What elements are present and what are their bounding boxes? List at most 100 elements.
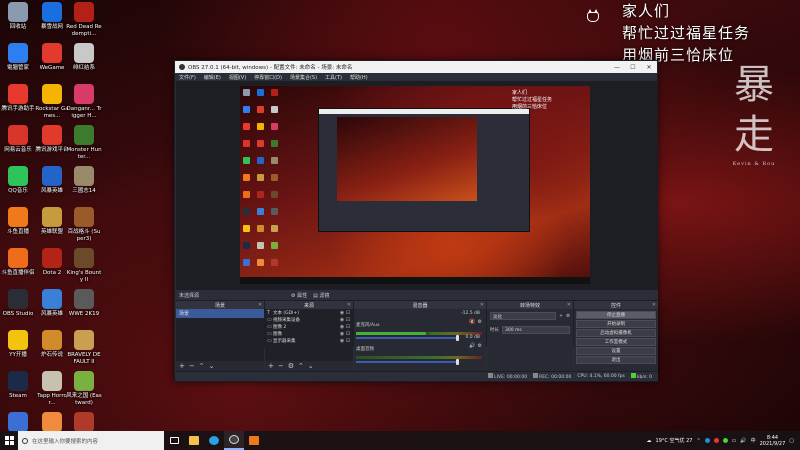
tray-chevron-icon[interactable]: ⌃ (696, 438, 700, 444)
clock[interactable]: 8:44 2021/9/27 (760, 435, 786, 447)
desktop-icon[interactable]: 腾讯手游助手 (0, 84, 36, 113)
settings-button[interactable]: 设置 (576, 347, 656, 355)
desktop-icon[interactable]: King's Bounty II (66, 248, 102, 283)
scene-up-button[interactable]: ⌃ (199, 362, 205, 370)
desktop-icon[interactable]: 绯红结系 (66, 43, 102, 72)
menu-tools[interactable]: 工具(T) (325, 74, 342, 81)
lock-icon[interactable]: ⊡ (345, 338, 351, 344)
scene-item[interactable]: 场景 (176, 309, 264, 318)
desktop-icon[interactable]: 风暴英雄 (34, 166, 70, 195)
lock-icon[interactable]: ⊡ (345, 331, 351, 337)
scene-down-button[interactable]: ⌄ (209, 362, 215, 370)
volume-icon[interactable]: 🔊 (740, 438, 746, 444)
desktop-icon[interactable]: WWE 2K19 (66, 289, 102, 318)
obs-titlebar[interactable]: OBS 27.0.1 (64-bit, windows) - 配置文件: 未命名… (175, 61, 657, 73)
desktop-icon[interactable]: 风暴英雄 (34, 289, 70, 318)
desktop-icon[interactable]: Monster Hunter... (66, 125, 102, 160)
tray-app-icon[interactable] (722, 438, 728, 443)
add-transition-button[interactable]: + (559, 314, 563, 319)
gear-icon[interactable]: ⚙ (478, 343, 482, 349)
desktop-icon[interactable]: 電腦管家 (0, 43, 36, 72)
add-source-button[interactable]: + (268, 362, 274, 370)
desktop-icon[interactable]: OBS Studio (0, 289, 36, 318)
menu-edit[interactable]: 编辑(E) (204, 74, 221, 81)
start-button[interactable] (0, 431, 18, 450)
desktop-icon[interactable]: 英雄联盟 (34, 207, 70, 236)
desktop-icon[interactable]: 腾讯游戏平台 (34, 125, 70, 154)
source-item[interactable]: ▭ 图像 ◉ ⊡ (265, 330, 353, 337)
weather-icon[interactable]: ☁ (647, 438, 652, 444)
minimize-icon[interactable]: — (609, 61, 625, 73)
source-item[interactable]: ▭ 显示器采集 ◉ ⊡ (265, 337, 353, 344)
dock-close-icon[interactable]: ✕ (480, 302, 484, 308)
taskbar-app-douyu[interactable] (244, 431, 264, 450)
filters-button[interactable]: ▤ 滤镜 (313, 292, 329, 299)
tray-app-icon[interactable] (704, 438, 710, 443)
source-up-button[interactable]: ⌃ (298, 362, 304, 370)
close-icon[interactable]: ✕ (641, 61, 657, 73)
stop-streaming-button[interactable]: 停止直播 (576, 311, 656, 319)
dock-close-icon[interactable]: ✕ (567, 302, 571, 308)
ime-indicator[interactable]: 中 (751, 437, 756, 444)
menu-docks[interactable]: 停靠窗口(D) (254, 74, 282, 81)
speaker-icon[interactable]: 🔊 (469, 343, 475, 349)
remove-source-button[interactable]: − (278, 362, 284, 370)
network-icon[interactable]: ▭ (732, 438, 737, 444)
source-settings-icon[interactable]: ⚙ (288, 362, 294, 370)
desktop-icon[interactable]: 炉石传说 (34, 330, 70, 359)
gear-icon[interactable]: ⚙ (566, 314, 570, 319)
dock-close-icon[interactable]: ✕ (258, 302, 262, 308)
maximize-icon[interactable]: ☐ (625, 61, 641, 73)
desktop-icon[interactable]: QQ音乐 (0, 166, 36, 195)
start-recording-button[interactable]: 开始录制 (576, 320, 656, 328)
source-item[interactable]: ▭ 图像 2 ◉ ⊡ (265, 323, 353, 330)
desktop-icon[interactable]: YY开播 (0, 330, 36, 359)
weather-text[interactable]: 19°C 空气优 27 (656, 437, 693, 444)
lock-icon[interactable]: ⊡ (345, 317, 351, 323)
lock-icon[interactable]: ⊡ (345, 324, 351, 330)
menu-help[interactable]: 帮助(H) (350, 74, 368, 81)
duration-input[interactable]: 300 ms (502, 326, 570, 334)
desktop-icon[interactable]: Tapp Horror... (34, 371, 70, 406)
source-item[interactable]: T 文本 (GDI+) ◉ ⊡ (265, 309, 353, 316)
gear-icon[interactable]: ⚙ (478, 319, 482, 325)
properties-button[interactable]: ⚙ 属性 (291, 292, 307, 299)
remove-scene-button[interactable]: − (189, 362, 195, 370)
source-down-button[interactable]: ⌄ (308, 362, 314, 370)
desktop-icon[interactable]: Dota 2 (34, 248, 70, 277)
exit-button[interactable]: 退出 (576, 356, 656, 364)
volume-fader[interactable] (356, 359, 459, 365)
desktop-icon[interactable]: Danganr... Trigger H... (66, 84, 102, 119)
desktop-icon[interactable]: Red Dead Redempti... (66, 2, 102, 37)
desktop-icon[interactable]: BRAVELY DEFAULT II (66, 330, 102, 365)
taskbar-app-edge[interactable] (204, 431, 224, 450)
desktop-icon[interactable]: 斗鱼直播 (0, 207, 36, 236)
desktop-icon[interactable]: 百战格斗 (Super3) (66, 207, 102, 242)
menu-view[interactable]: 视图(V) (229, 74, 246, 81)
taskbar-app-obs[interactable] (224, 431, 244, 450)
menu-file[interactable]: 文件(F) (179, 74, 196, 81)
task-view-button[interactable] (164, 431, 184, 450)
desktop-icon[interactable]: 风来之国 (Eastward) (66, 371, 102, 406)
notification-icon[interactable]: ▢ (789, 438, 794, 444)
tray-app-icon[interactable] (713, 438, 719, 443)
menu-scene-collection[interactable]: 场景集合(S) (290, 74, 317, 81)
virtual-camera-button[interactable]: 启动虚拟摄像机 (576, 329, 656, 337)
desktop-icon[interactable]: 斗鱼直播伴侣 (0, 248, 36, 277)
studio-mode-button[interactable]: 工作室模式 (576, 338, 656, 346)
lock-icon[interactable]: ⊡ (345, 310, 351, 316)
obs-window[interactable]: OBS 27.0.1 (64-bit, windows) - 配置文件: 未命名… (174, 60, 658, 382)
source-item[interactable]: ▭ 视频采集设备 ◉ ⊡ (265, 316, 353, 323)
add-scene-button[interactable]: + (179, 362, 185, 370)
desktop-icon[interactable]: Steam (0, 371, 36, 400)
taskbar-app-explorer[interactable] (184, 431, 204, 450)
desktop-icon[interactable]: 网易云音乐 (0, 125, 36, 154)
speaker-muted-icon[interactable]: 🔇 (469, 319, 475, 325)
desktop-icon[interactable]: 三國志14 (66, 166, 102, 195)
dock-close-icon[interactable]: ✕ (347, 302, 351, 308)
taskbar-search[interactable]: 在这里输入你要搜索的内容 (18, 431, 164, 450)
transition-select[interactable]: 淡化 (490, 312, 557, 320)
dock-close-icon[interactable]: ✕ (652, 302, 656, 308)
desktop-icon[interactable]: WeGame (34, 43, 70, 72)
desktop-icon[interactable]: Rockstar Games... (34, 84, 70, 119)
